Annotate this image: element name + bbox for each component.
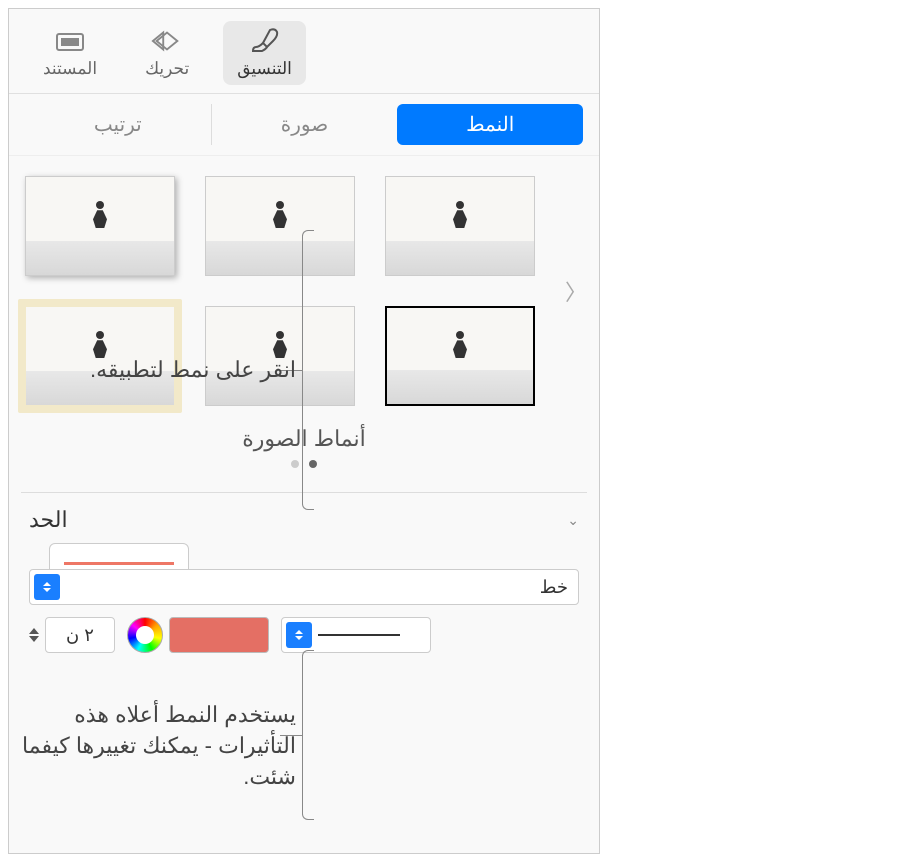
stepper-down-icon[interactable] xyxy=(29,636,39,642)
color-picker-button[interactable] xyxy=(127,617,163,653)
style-thumb-plain[interactable] xyxy=(385,176,535,276)
main-toolbar: المستند تحريك التنسيق xyxy=(9,9,599,94)
line-style-preview xyxy=(318,634,400,636)
format-brush-icon xyxy=(249,27,281,55)
select-caret-icon xyxy=(34,574,60,600)
border-disclosure-chevron-icon[interactable]: ⌄ xyxy=(567,512,579,529)
tab-image[interactable]: صورة xyxy=(212,104,398,145)
callout-bracket-2 xyxy=(302,650,314,820)
border-width-value: ٢ ن xyxy=(66,625,94,646)
border-color-well[interactable] xyxy=(169,617,269,653)
callout-effects: يستخدم النمط أعلاه هذه التأثيرات - يمكنك… xyxy=(16,700,296,792)
sub-tabs: ترتيب صورة النمط xyxy=(9,94,599,156)
border-type-value: خط xyxy=(540,577,568,598)
callout-bracket-1 xyxy=(302,230,314,510)
animate-tab-button[interactable]: تحريك xyxy=(131,21,203,85)
select-caret-icon xyxy=(286,622,312,648)
tab-arrange[interactable]: ترتيب xyxy=(25,104,212,145)
animate-icon xyxy=(151,27,183,55)
page-dot-2[interactable] xyxy=(291,460,299,468)
animate-tab-label: تحريك xyxy=(145,59,189,79)
border-type-select[interactable]: خط xyxy=(29,569,579,605)
border-preview-line xyxy=(64,562,174,565)
styles-prev-chevron-icon[interactable]: 〈 xyxy=(565,275,587,307)
border-width-field[interactable]: ٢ ن xyxy=(45,617,115,653)
document-tab-button[interactable]: المستند xyxy=(29,21,111,85)
line-style-select[interactable] xyxy=(281,617,431,653)
callout-style-click: انقر على نمط لتطبيقه. xyxy=(16,355,296,386)
border-width-stepper[interactable]: ٢ ن xyxy=(29,617,115,653)
stepper-up-icon[interactable] xyxy=(29,628,39,634)
border-label: الحد xyxy=(29,507,68,533)
document-icon xyxy=(54,27,86,55)
format-tab-label: التنسيق xyxy=(237,59,292,79)
format-tab-button[interactable]: التنسيق xyxy=(223,21,306,85)
border-section: ⌄ الحد خط ٢ ن xyxy=(9,507,599,673)
style-thumb-2[interactable] xyxy=(205,176,355,276)
style-thumb-black-border[interactable] xyxy=(385,306,535,406)
style-thumb-shadow[interactable] xyxy=(25,176,175,276)
document-tab-label: المستند xyxy=(43,59,97,79)
tab-style[interactable]: النمط xyxy=(397,104,583,145)
